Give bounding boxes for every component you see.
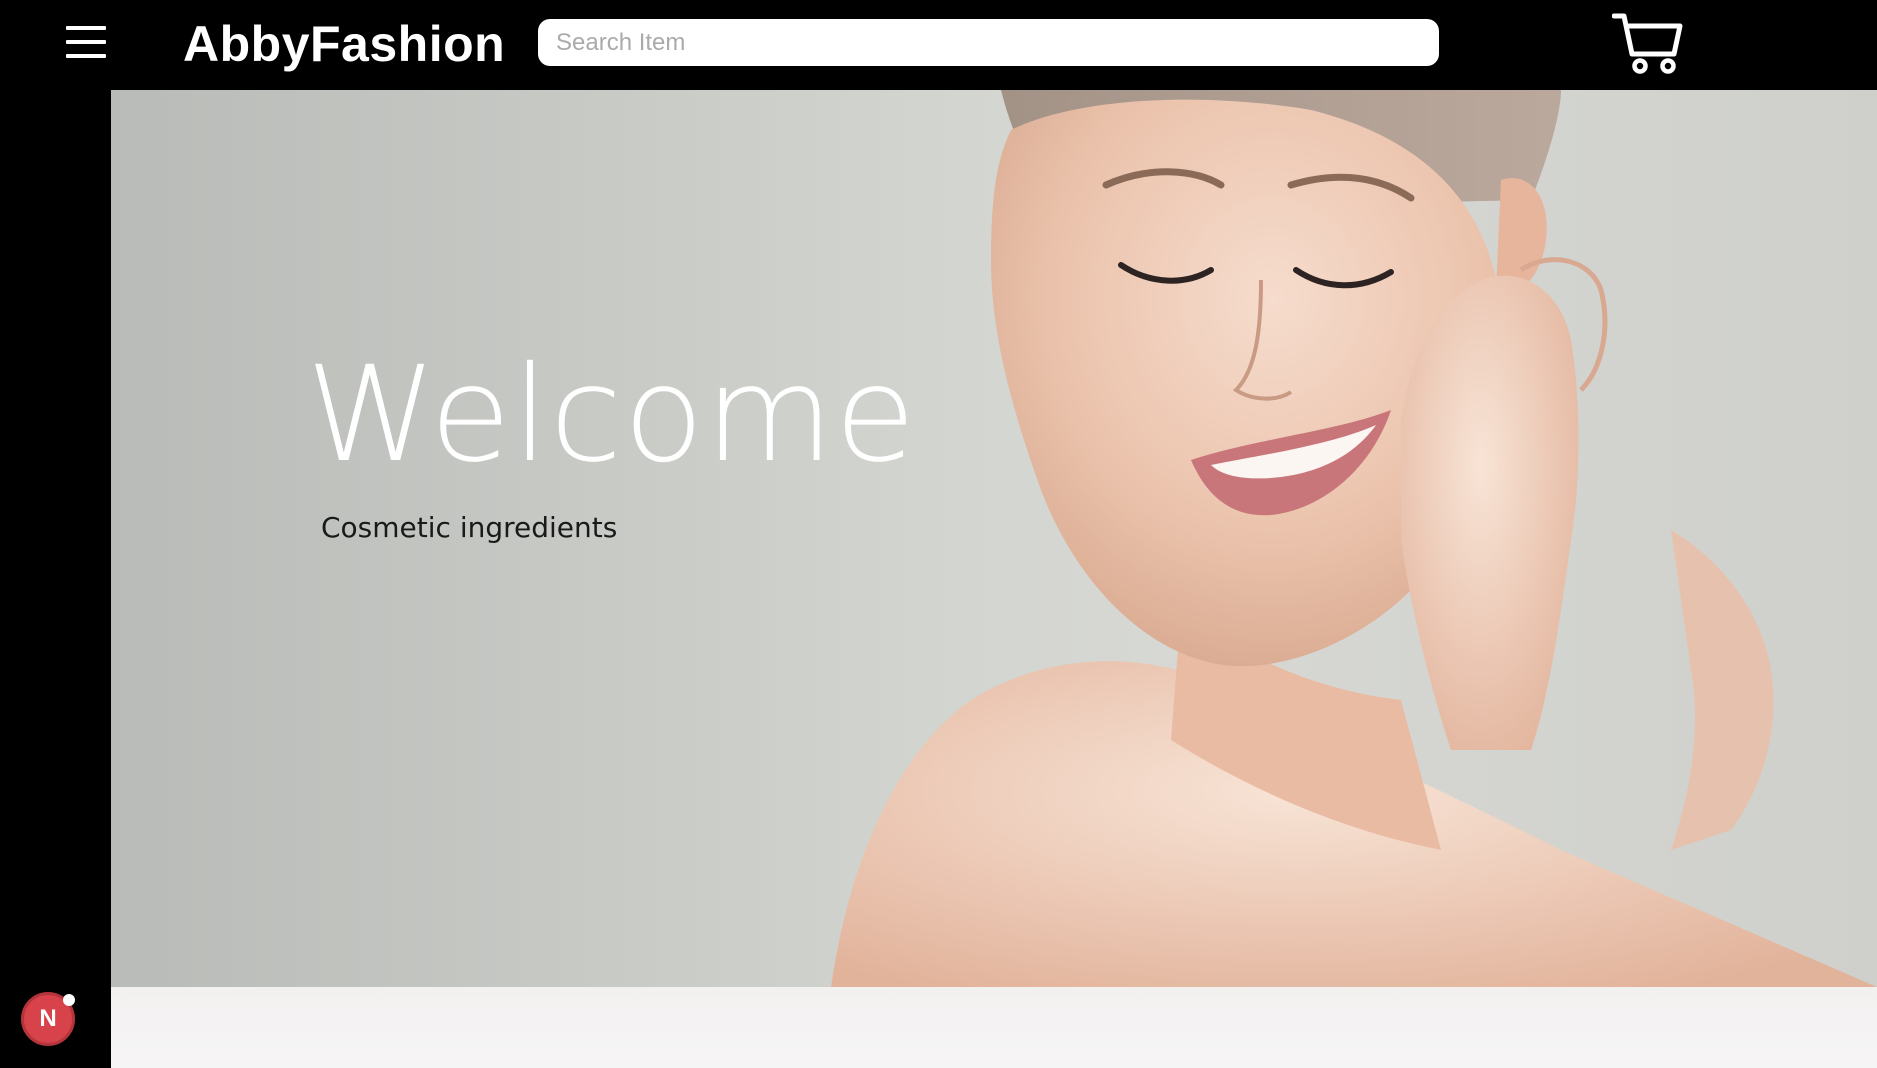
brand-logo[interactable]: AbbyFashion [183,14,505,74]
hero-banner: Welcome Cosmetic ingredients [111,90,1877,987]
shopping-cart-icon[interactable] [1611,10,1684,76]
notification-dot-icon [63,994,75,1006]
content-section [111,987,1877,1068]
left-sidebar [0,90,111,1068]
hero-title: Welcome [306,338,917,492]
top-navbar: AbbyFashion [0,0,1877,90]
search-input[interactable] [538,19,1439,66]
hero-subtitle: Cosmetic ingredients [321,511,618,544]
hamburger-menu-icon[interactable] [66,24,106,60]
